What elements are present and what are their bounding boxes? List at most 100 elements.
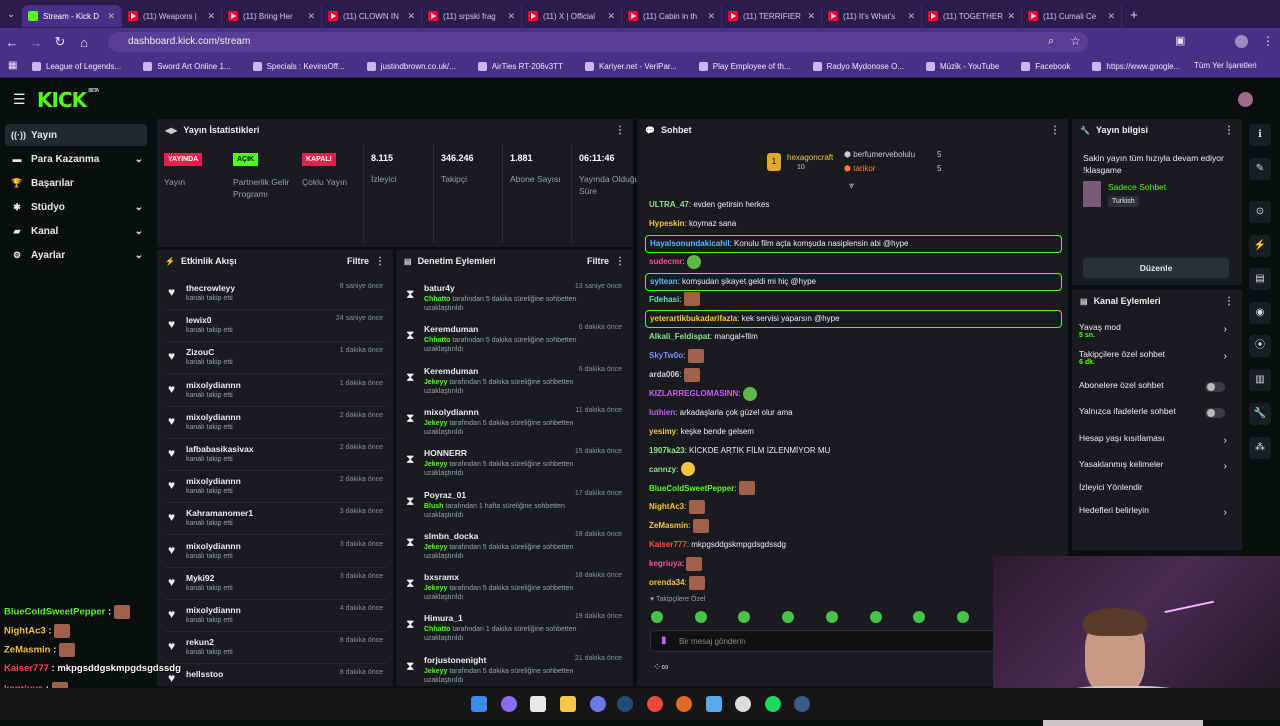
- tab-close-icon[interactable]: ✕: [807, 11, 815, 22]
- chat-username[interactable]: ULTRA_47: [649, 200, 689, 209]
- discord-icon[interactable]: [590, 696, 606, 712]
- chat-message[interactable]: NightAc3:: [645, 499, 1062, 515]
- sidebar-item-3[interactable]: ✱ Stüdyo ⌄: [5, 196, 147, 218]
- browser-tab[interactable]: (11) It's What's ✕: [822, 5, 922, 27]
- tab-close-icon[interactable]: ✕: [207, 11, 215, 22]
- activity-row[interactable]: ♥ mixolydiannn kanalı takip etti 1 dakika ö…: [165, 375, 387, 407]
- tab-close-icon[interactable]: ✕: [107, 11, 115, 22]
- chat-message[interactable]: luthien: arkadaşlarla çok güzel olur ama: [645, 405, 1062, 421]
- people-icon[interactable]: ⁂: [1249, 437, 1271, 459]
- activity-row[interactable]: ♥ Myki92 kanalı takip etti 3 dakika önce: [165, 568, 387, 600]
- chat-message[interactable]: cannzy:: [645, 462, 1062, 478]
- browser-tab[interactable]: (11) Cabin in th ✕: [622, 5, 722, 27]
- chat-username[interactable]: SkyTw0o: [649, 351, 683, 360]
- chrome-icon[interactable]: [647, 696, 663, 712]
- chat-username[interactable]: NightAc3: [649, 502, 684, 511]
- activity-row[interactable]: ♥ mixolydiannn kanalı takip etti 2 dakika ö…: [165, 407, 387, 439]
- bookmark-item[interactable]: Kariyer.net - VeriPar...: [584, 62, 677, 71]
- sidebar-item-2[interactable]: 🏆 Başarılar: [5, 172, 147, 194]
- bookmark-item[interactable]: Play Employee of th...: [698, 62, 791, 71]
- bookmark-item[interactable]: Facebook: [1021, 62, 1070, 71]
- moderation-row[interactable]: ⧗ Himura_1 Chhatto tarafından 1 dakika sür…: [404, 610, 626, 651]
- star-icon[interactable]: ☆: [1070, 34, 1081, 48]
- top-gifter-3[interactable]: ⬢ tarikor 5: [844, 164, 954, 173]
- chat-message[interactable]: Hypeskin: koymaz sana: [645, 216, 1062, 232]
- kick-logo[interactable]: KICK BETA: [37, 88, 99, 112]
- quick-emote-icon[interactable]: [694, 611, 707, 623]
- channel-action-row[interactable]: Yavaş mod 5 sn. ›: [1079, 322, 1235, 340]
- zoom-icon[interactable]: ⌕: [1048, 35, 1054, 48]
- bookmark-item[interactable]: https://www.google...: [1092, 62, 1180, 71]
- channel-action-row[interactable]: Hedefleri belirleyin ›: [1079, 505, 1235, 523]
- channel-action-row[interactable]: Abonelere özel sohbet: [1079, 380, 1235, 398]
- chat-message[interactable]: arda006:: [645, 367, 1062, 383]
- back-icon[interactable]: ←: [0, 35, 24, 50]
- chevron-down-icon[interactable]: ⌄: [135, 154, 143, 165]
- browser-tab[interactable]: Stream - Kick D ✕: [22, 5, 122, 27]
- chat-username[interactable]: Fdehasi: [649, 295, 679, 304]
- chevron-down-icon[interactable]: ⌄: [135, 226, 143, 237]
- moderation-more-icon[interactable]: ⋮: [615, 256, 625, 267]
- extension-icon[interactable]: ▣: [1175, 34, 1185, 47]
- tab-close-icon[interactable]: ✕: [1107, 11, 1115, 22]
- tab-close-icon[interactable]: ✕: [1007, 11, 1015, 22]
- copilot-icon[interactable]: [501, 696, 517, 712]
- tab-search-icon[interactable]: ⌄: [0, 9, 22, 20]
- reload-icon[interactable]: ↻: [48, 34, 72, 50]
- moderation-row[interactable]: ⧗ batur4y Chhatto tarafından 5 dakika süre…: [404, 280, 626, 321]
- chat-username[interactable]: orenda34: [649, 578, 685, 587]
- sidebar-item-0[interactable]: ((·)) Yayın: [5, 124, 147, 146]
- windows-start-icon[interactable]: [471, 696, 487, 712]
- bookmark-item[interactable]: Sword Art Online 1...: [143, 62, 231, 71]
- chevron-right-icon[interactable]: ›: [1224, 351, 1227, 362]
- chat-message[interactable]: KIZLARREGLOMASINN:: [645, 386, 1062, 402]
- activity-row[interactable]: ♥ thecrowleyy kanalı takip etti 8 saniye ön…: [165, 278, 387, 310]
- url-bar[interactable]: dashboard.kick.com/stream: [108, 32, 1088, 52]
- all-bookmarks[interactable]: Tüm Yer İşaretleri: [1194, 61, 1257, 70]
- store-icon[interactable]: [530, 696, 546, 712]
- chat-username[interactable]: yeterartikbukadarifazla: [650, 314, 737, 323]
- browser-tab[interactable]: (11) TOGETHER ✕: [922, 5, 1022, 27]
- chat-message[interactable]: BlueColdSweetPepper:: [645, 481, 1062, 497]
- moderation-filter-button[interactable]: Filtre: [587, 256, 609, 266]
- chat-username[interactable]: ZeMasmin: [649, 521, 688, 530]
- chat-username[interactable]: cannzy: [649, 465, 676, 474]
- note-icon[interactable]: ▤: [1249, 268, 1271, 290]
- stream-info-more-icon[interactable]: ⋮: [1224, 125, 1234, 136]
- quick-emote-icon[interactable]: [651, 611, 663, 623]
- bookmark-item[interactable]: Specials : KevinsOff...: [252, 62, 345, 71]
- chat-username[interactable]: Hypeskin: [649, 219, 685, 228]
- bookmark-item[interactable]: Radyo Mydonose O...: [812, 62, 904, 71]
- channel-action-row[interactable]: Hesap yaşı kısıtlaması ›: [1079, 433, 1235, 451]
- edit-button[interactable]: Düzenle: [1083, 258, 1229, 278]
- chat-username[interactable]: Kaiser777: [649, 540, 687, 549]
- chat-username[interactable]: syltean: [650, 277, 678, 286]
- chat-settings-icon[interactable]: ⁘∞: [653, 662, 669, 673]
- photos-icon[interactable]: [706, 696, 722, 712]
- chat-message[interactable]: ZeMasmin:: [645, 518, 1062, 534]
- chat-message[interactable]: SkyTw0o:: [645, 348, 1062, 364]
- home-icon[interactable]: ⌂: [72, 35, 96, 50]
- steam-alt-icon[interactable]: [794, 696, 810, 712]
- chat-username[interactable]: kegriuya: [649, 559, 682, 568]
- chevron-right-icon[interactable]: ›: [1224, 324, 1227, 335]
- category-link[interactable]: Sadece Sohbet: [1108, 182, 1166, 192]
- chat-message[interactable]: Hayalsonundakicahil: Konulu film açta ko…: [645, 234, 1062, 253]
- new-tab-icon[interactable]: +: [1122, 7, 1146, 22]
- moderation-row[interactable]: ⧗ Keremduman Chhatto tarafından 5 dakika s…: [404, 321, 626, 362]
- moderation-row[interactable]: ⧗ bxsramx Jekeyy tarafından 5 dakika sürel…: [404, 569, 626, 610]
- sidebar-item-1[interactable]: ▬ Para Kazanma ⌄: [5, 148, 147, 170]
- apps-icon[interactable]: ▦: [8, 60, 17, 71]
- chat-username[interactable]: arda006: [649, 370, 679, 379]
- browser-tab[interactable]: (11) Bring Her ✕: [222, 5, 322, 27]
- browser-tab[interactable]: (11) srpski frag ✕: [422, 5, 522, 27]
- lightning-icon[interactable]: ⚡: [1249, 235, 1271, 257]
- activity-row[interactable]: ♥ lafbabasikasivax kanalı takip etti 2 daki…: [165, 439, 387, 471]
- toggle-switch[interactable]: [1205, 408, 1225, 418]
- activity-row[interactable]: ♥ ZizouC kanalı takip etti 1 dakika önce: [165, 342, 387, 375]
- chat-more-icon[interactable]: ⋮: [1050, 125, 1060, 136]
- quick-emote-icon[interactable]: [869, 611, 882, 623]
- channel-actions-more-icon[interactable]: ⋮: [1224, 296, 1234, 307]
- xbox-icon[interactable]: [735, 696, 751, 712]
- channel-action-row[interactable]: İzleyici Yönlendir: [1079, 482, 1235, 500]
